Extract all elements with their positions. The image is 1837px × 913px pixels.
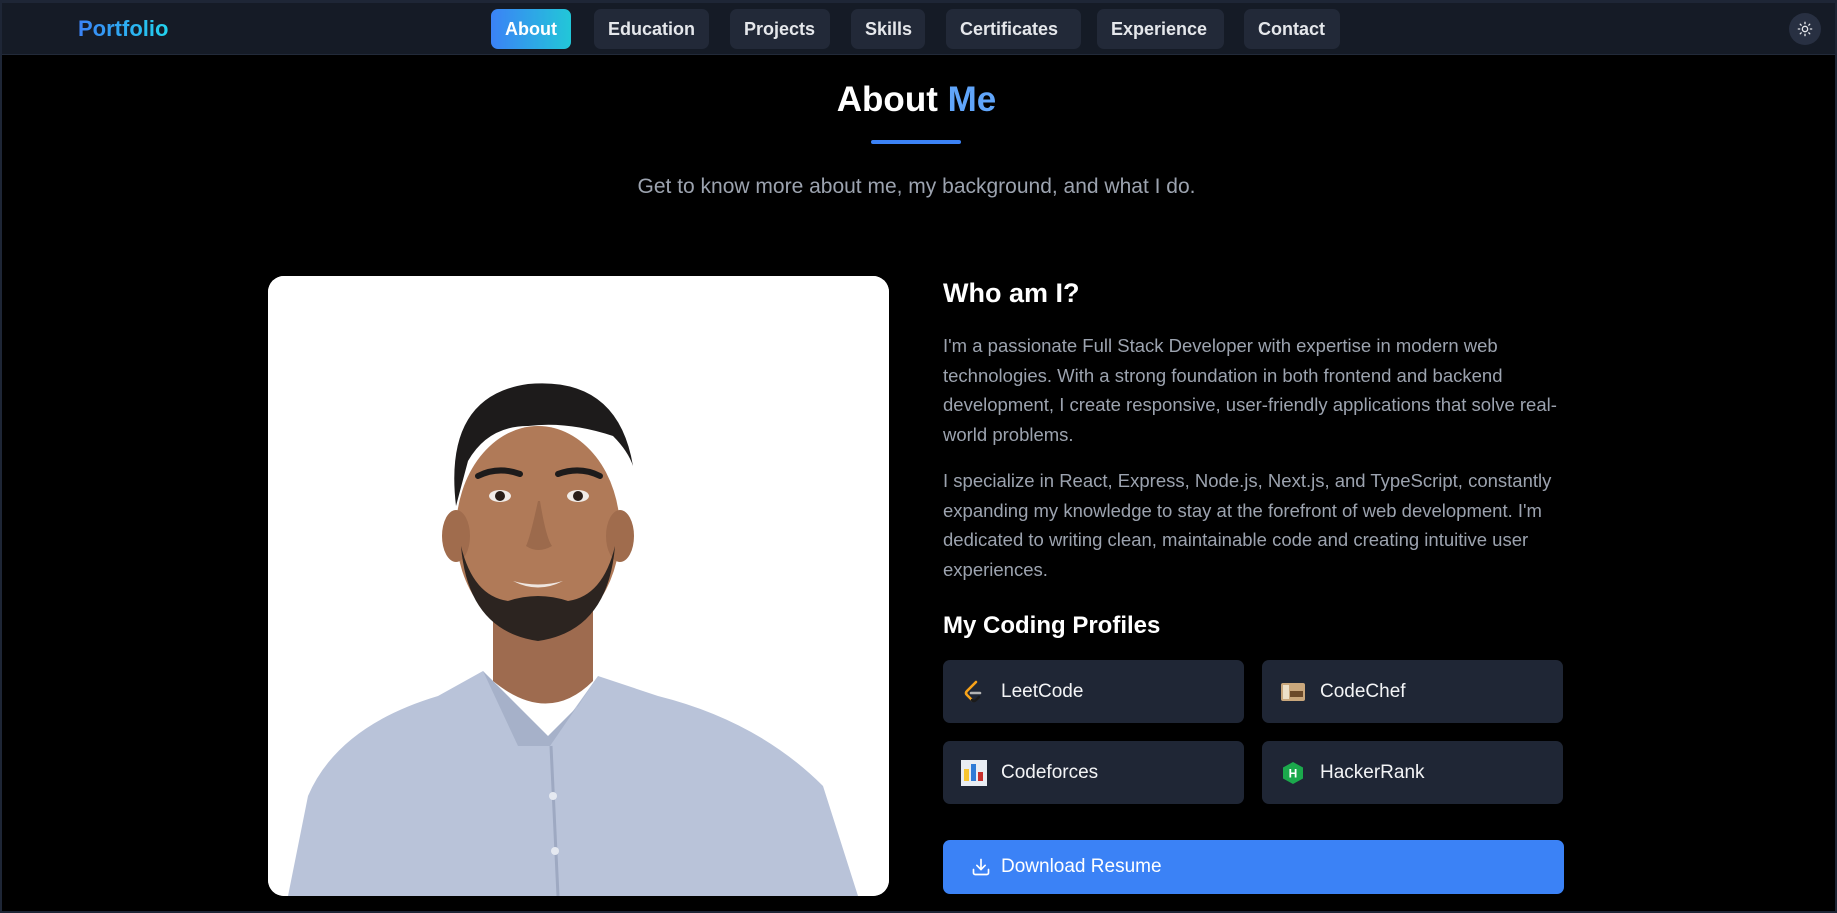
brand-logo[interactable]: Portfolio [78,16,168,42]
page-subtitle: Get to know more about me, my background… [637,175,1196,198]
who-am-i-heading: Who am I? [943,278,1080,308]
svg-text:H: H [1289,766,1298,780]
profile-label-leetcode: LeetCode [1001,680,1084,702]
leetcode-icon [961,679,987,705]
profile-card-codeforces[interactable]: Codeforces [943,741,1244,804]
title-accent: Me [947,80,997,119]
download-resume-button[interactable]: Download Resume [943,840,1564,894]
nav-tab-certificates[interactable]: Certificates [946,9,1081,49]
nav-tab-about[interactable]: About [491,9,571,49]
profile-photo [268,276,889,896]
title-underline [871,140,961,144]
about-paragraph-1: I'm a passionate Full Stack Developer wi… [943,335,1557,445]
download-resume-label: Download Resume [1001,856,1162,877]
download-icon [972,858,990,876]
profile-card-hackerrank[interactable]: H HackerRank [1262,741,1563,804]
page-title: About Me [0,80,1833,120]
nav-tab-contact[interactable]: Contact [1244,9,1340,49]
theme-toggle-button[interactable] [1789,13,1821,45]
profile-card-leetcode[interactable]: LeetCode [943,660,1244,723]
codeforces-icon [961,759,987,786]
profile-card-codechef[interactable]: CodeChef [1262,660,1563,723]
profile-label-hackerrank: HackerRank [1320,761,1425,783]
profile-label-codeforces: Codeforces [1001,761,1099,783]
about-paragraph-2: I specialize in React, Express, Node.js,… [943,470,1552,580]
nav-tab-experience[interactable]: Experience [1097,9,1224,49]
person-portrait-illustration [268,276,889,896]
codechef-icon [1280,679,1306,705]
nav-tab-projects[interactable]: Projects [730,9,830,49]
profile-label-codechef: CodeChef [1320,680,1406,702]
coding-profiles-heading: My Coding Profiles [943,612,1161,639]
hackerrank-icon: H [1280,760,1306,786]
sun-icon [1797,21,1813,37]
title-main: About [836,80,938,119]
nav-tab-education[interactable]: Education [594,9,709,49]
navbar: Portfolio About Education Projects Skill… [2,3,1835,55]
nav-tab-skills[interactable]: Skills [851,9,925,49]
